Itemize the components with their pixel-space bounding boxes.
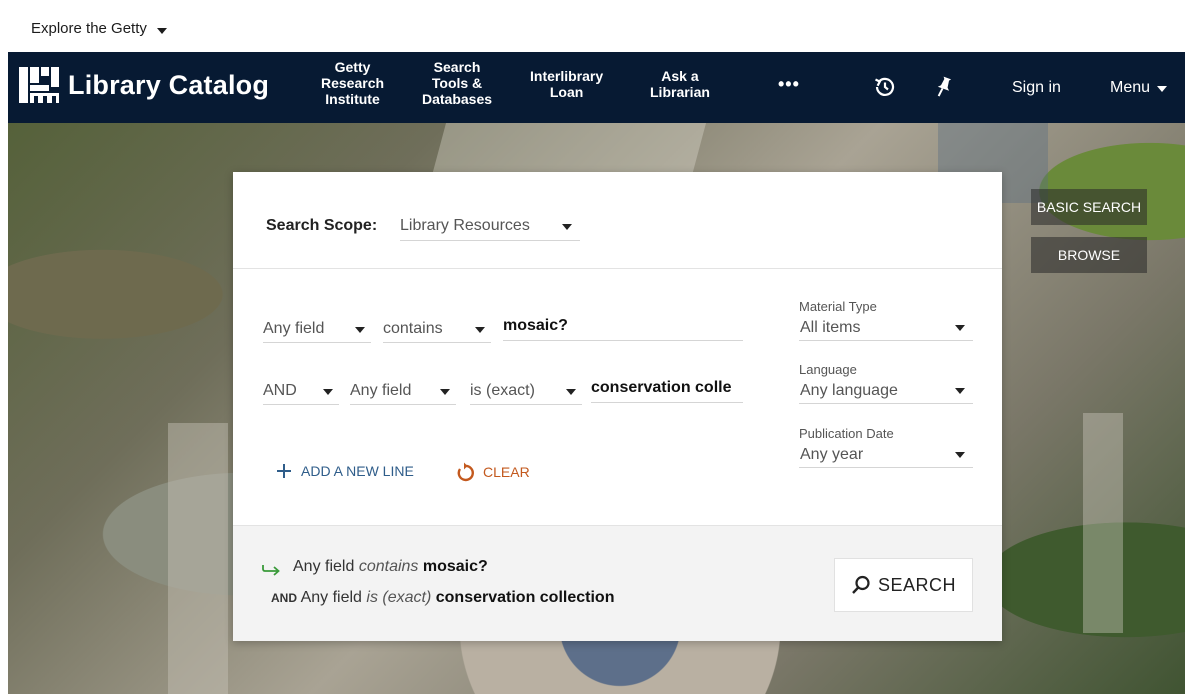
getty-logo-icon bbox=[19, 67, 59, 103]
menu-label: Menu bbox=[1110, 79, 1151, 96]
nav-line: Databases bbox=[422, 91, 493, 107]
explore-getty-label: Explore the Getty bbox=[31, 20, 147, 37]
explore-getty-dropdown[interactable]: Explore the Getty bbox=[31, 20, 167, 37]
summary-operator: contains bbox=[358, 558, 419, 575]
row2-boolean-value: AND bbox=[263, 382, 297, 399]
add-new-line-button[interactable]: ADD A NEW LINE bbox=[275, 462, 414, 480]
material-type-label: Material Type bbox=[799, 299, 877, 314]
search-scope-row: Search Scope: Library Resources bbox=[233, 172, 1002, 269]
advanced-search-panel: Search Scope: Library Resources Any fiel… bbox=[233, 172, 1002, 641]
nav-line: Interlibrary bbox=[530, 68, 604, 84]
row1-field-value: Any field bbox=[263, 320, 325, 337]
brand-title: Library Catalog bbox=[68, 69, 270, 100]
row2-field-value: Any field bbox=[350, 382, 412, 399]
publication-date-value: Any year bbox=[800, 446, 864, 463]
chevron-down-icon bbox=[955, 325, 965, 331]
summary-value: mosaic? bbox=[422, 558, 488, 575]
reset-icon bbox=[457, 462, 474, 482]
search-button[interactable]: SEARCH bbox=[834, 558, 973, 612]
search-button-label: SEARCH bbox=[877, 574, 956, 595]
pin-icon[interactable] bbox=[930, 74, 956, 100]
nav-line: Getty bbox=[334, 59, 371, 75]
sign-in-link[interactable]: Sign in bbox=[1012, 79, 1061, 97]
nav-ask-a-librarian[interactable]: Ask a Librarian bbox=[650, 68, 710, 100]
history-icon[interactable] bbox=[872, 74, 898, 100]
row1-operator-value: contains bbox=[383, 320, 443, 337]
chevron-down-icon bbox=[566, 389, 576, 395]
hero-decor bbox=[168, 423, 228, 694]
chevron-down-icon bbox=[355, 327, 365, 333]
query-summary: Any field contains mosaic? AND Any field… bbox=[233, 525, 1002, 641]
language-label: Language bbox=[799, 362, 857, 377]
row1-operator-dropdown[interactable]: contains bbox=[383, 315, 491, 343]
nav-line: Institute bbox=[325, 91, 380, 107]
add-new-line-label: ADD A NEW LINE bbox=[301, 463, 414, 479]
language-facet: Language Any language bbox=[799, 362, 973, 404]
chevron-down-icon bbox=[475, 327, 485, 333]
library-catalog-logo[interactable]: Library Catalog bbox=[18, 65, 269, 105]
summary-line-2: AND Any field is (exact) conservation co… bbox=[271, 589, 614, 607]
more-options-button[interactable]: ••• bbox=[778, 74, 800, 95]
material-type-facet: Material Type All items bbox=[799, 299, 973, 341]
clear-label: CLEAR bbox=[483, 464, 530, 480]
nav-line: Tools & bbox=[431, 75, 483, 91]
chevron-down-icon bbox=[562, 224, 572, 230]
search-scope-value: Library Resources bbox=[400, 217, 530, 234]
nav-interlibrary-loan[interactable]: Interlibrary Loan bbox=[530, 68, 603, 100]
summary-field: Any field bbox=[293, 558, 355, 575]
publication-date-label: Publication Date bbox=[799, 426, 894, 441]
nav-search-tools-databases[interactable]: Search Tools & Databases bbox=[422, 59, 492, 107]
material-type-dropdown[interactable]: All items bbox=[799, 315, 973, 341]
row2-operator-value: is (exact) bbox=[470, 382, 535, 399]
summary-field: Any field bbox=[300, 589, 362, 606]
language-dropdown[interactable]: Any language bbox=[799, 378, 973, 404]
browse-tab[interactable]: BROWSE bbox=[1031, 237, 1147, 273]
publication-date-facet: Publication Date Any year bbox=[799, 426, 973, 468]
basic-search-tab[interactable]: BASIC SEARCH bbox=[1031, 189, 1147, 225]
row2-search-input[interactable] bbox=[591, 375, 743, 403]
chevron-down-icon bbox=[955, 452, 965, 458]
clear-button[interactable]: CLEAR bbox=[455, 462, 530, 482]
summary-line-1: Any field contains mosaic? bbox=[293, 558, 488, 576]
row2-operator-dropdown[interactable]: is (exact) bbox=[470, 377, 582, 405]
getty-top-bar: Explore the Getty bbox=[0, 0, 1185, 52]
nav-getty-research-institute[interactable]: Getty Research Institute bbox=[321, 59, 384, 107]
nav-line: Ask a bbox=[661, 68, 699, 84]
row2-boolean-dropdown[interactable]: AND bbox=[263, 377, 339, 405]
language-value: Any language bbox=[800, 382, 898, 399]
plus-icon bbox=[277, 464, 291, 478]
arrow-right-icon bbox=[262, 565, 280, 576]
row2-field-dropdown[interactable]: Any field bbox=[350, 377, 456, 405]
main-navbar: Library Catalog Getty Research Institute… bbox=[8, 52, 1185, 123]
nav-line: Loan bbox=[549, 84, 584, 100]
search-icon bbox=[852, 575, 870, 594]
nav-line: Librarian bbox=[650, 84, 710, 100]
summary-operator: is (exact) bbox=[366, 589, 432, 606]
search-scope-dropdown[interactable]: Library Resources bbox=[400, 217, 580, 241]
summary-boolean: AND bbox=[271, 591, 297, 605]
material-type-value: All items bbox=[800, 319, 861, 336]
row1-field-dropdown[interactable]: Any field bbox=[263, 315, 371, 343]
nav-line: Search bbox=[433, 59, 481, 75]
search-scope-label: Search Scope: bbox=[266, 217, 378, 234]
chevron-down-icon bbox=[323, 389, 333, 395]
summary-value: conservation collection bbox=[435, 589, 615, 606]
chevron-down-icon bbox=[156, 27, 167, 34]
chevron-down-icon bbox=[955, 388, 965, 394]
publication-date-dropdown[interactable]: Any year bbox=[799, 442, 973, 468]
nav-line: Research bbox=[321, 75, 385, 91]
menu-button[interactable]: Menu bbox=[1110, 79, 1168, 97]
hero-decor bbox=[1083, 413, 1123, 633]
row1-search-input[interactable] bbox=[503, 313, 743, 341]
chevron-down-icon bbox=[1157, 86, 1168, 92]
chevron-down-icon bbox=[440, 389, 450, 395]
